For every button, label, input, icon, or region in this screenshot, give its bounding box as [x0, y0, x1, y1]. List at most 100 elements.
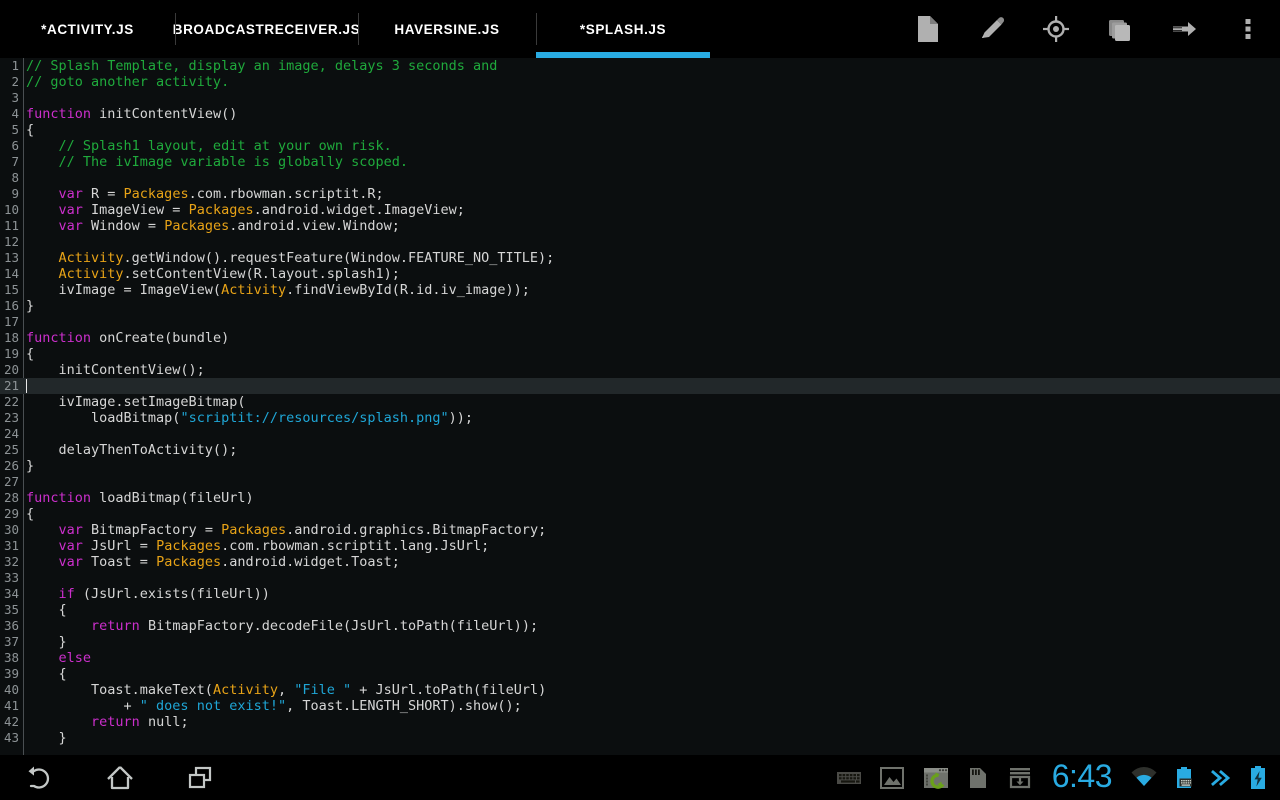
bluetooth-keyboard-battery-icon [1174, 766, 1194, 790]
download-status-button[interactable] [998, 755, 1042, 800]
code-line[interactable]: 29{ [0, 506, 1280, 522]
code-line[interactable]: 41 + " does not exist!", Toast.LENGTH_SH… [0, 698, 1280, 714]
tab-haversine-js[interactable]: HAVERSINE.JS [358, 0, 536, 58]
line-number: 14 [0, 266, 19, 282]
code-line[interactable]: 40 Toast.makeText(Activity, "File " + Js… [0, 682, 1280, 698]
line-text: initContentView(); [26, 362, 205, 378]
line-text: var R = Packages.com.rbowman.scriptit.R; [26, 186, 384, 202]
tab-separator [175, 13, 176, 45]
code-token: Toast = [83, 554, 156, 570]
wifi-status-icon-wrap[interactable] [1122, 755, 1166, 800]
code-line[interactable]: 3 [0, 90, 1280, 106]
code-token: ivImage = ImageView( [26, 282, 221, 298]
code-line[interactable]: 24 [0, 426, 1280, 442]
line-text: function onCreate(bundle) [26, 330, 229, 346]
line-number: 22 [0, 394, 19, 410]
code-line[interactable]: 33 [0, 570, 1280, 586]
code-line[interactable]: 34 if (JsUrl.exists(fileUrl)) [0, 586, 1280, 602]
line-text: ivImage = ImageView(Activity.findViewByI… [26, 282, 530, 298]
sync-status-button[interactable] [914, 755, 958, 800]
code-token: function [26, 106, 91, 122]
code-line[interactable]: 10 var ImageView = Packages.android.widg… [0, 202, 1280, 218]
code-line[interactable]: 6 // Splash1 layout, edit at your own ri… [0, 138, 1280, 154]
code-token: BitmapFactory = [83, 522, 221, 538]
code-line[interactable]: 15 ivImage = ImageView(Activity.findView… [0, 282, 1280, 298]
code-line[interactable]: 8 [0, 170, 1280, 186]
code-token: .android.view.Window; [229, 218, 400, 234]
run-button[interactable] [1152, 0, 1216, 58]
overflow-menu-button[interactable] [1216, 0, 1280, 58]
tab-broadcastreceiver-js[interactable]: BROADCASTRECEIVER.JS [175, 0, 358, 58]
line-number: 16 [0, 298, 19, 314]
code-line[interactable]: 14 Activity.setContentView(R.layout.spla… [0, 266, 1280, 282]
code-content[interactable]: 1// Splash Template, display an image, d… [0, 58, 1280, 746]
recent-apps-button[interactable] [160, 755, 240, 800]
line-number: 34 [0, 586, 19, 602]
code-line[interactable]: 26} [0, 458, 1280, 474]
edit-button[interactable] [960, 0, 1024, 58]
line-number: 33 [0, 570, 19, 586]
code-line[interactable]: 28function loadBitmap(fileUrl) [0, 490, 1280, 506]
code-token: // goto another activity. [26, 74, 229, 90]
code-line[interactable]: 21 [0, 378, 1280, 394]
line-number: 15 [0, 282, 19, 298]
line-number: 39 [0, 666, 19, 682]
more-chevrons-icon-wrap[interactable] [1202, 755, 1240, 800]
code-token: Packages [156, 538, 221, 554]
code-token: , [278, 682, 294, 698]
line-text: var Window = Packages.android.view.Windo… [26, 218, 400, 234]
code-line[interactable]: 5{ [0, 122, 1280, 138]
code-line[interactable]: 1// Splash Template, display an image, d… [0, 58, 1280, 74]
keyboard-status-button[interactable] [828, 755, 870, 800]
keyboard-battery-status-icon-wrap[interactable] [1166, 755, 1202, 800]
code-line[interactable]: 23 loadBitmap("scriptit://resources/spla… [0, 410, 1280, 426]
back-icon [23, 763, 57, 793]
image-status-button[interactable] [870, 755, 914, 800]
copy-button[interactable] [1088, 0, 1152, 58]
code-line[interactable]: 43 } [0, 730, 1280, 746]
tab-splash-js[interactable]: *SPLASH.JS [536, 0, 710, 58]
code-line[interactable]: 2// goto another activity. [0, 74, 1280, 90]
code-line[interactable]: 17 [0, 314, 1280, 330]
code-line[interactable]: 18function onCreate(bundle) [0, 330, 1280, 346]
text-cursor [26, 379, 27, 393]
code-line[interactable]: 27 [0, 474, 1280, 490]
code-line[interactable]: 39 { [0, 666, 1280, 682]
back-button[interactable] [0, 755, 80, 800]
code-token: var [59, 522, 83, 538]
code-token: Activity [59, 250, 124, 266]
code-line[interactable]: 30 var BitmapFactory = Packages.android.… [0, 522, 1280, 538]
code-token: if [59, 586, 75, 602]
code-editor-area[interactable]: 1// Splash Template, display an image, d… [0, 58, 1280, 755]
code-line[interactable]: 42 return null; [0, 714, 1280, 730]
code-line[interactable]: 20 initContentView(); [0, 362, 1280, 378]
code-token: // The ivImage variable is globally scop… [26, 154, 408, 170]
code-line[interactable]: 7 // The ivImage variable is globally sc… [0, 154, 1280, 170]
code-line[interactable]: 11 var Window = Packages.android.view.Wi… [0, 218, 1280, 234]
code-line[interactable]: 38 else [0, 650, 1280, 666]
code-token: R = [83, 186, 124, 202]
code-line[interactable]: 22 ivImage.setImageBitmap( [0, 394, 1280, 410]
code-line[interactable]: 19{ [0, 346, 1280, 362]
home-button[interactable] [80, 755, 160, 800]
tab-activity-js[interactable]: *ACTIVITY.JS [0, 0, 175, 58]
code-line[interactable]: 35 { [0, 602, 1280, 618]
code-line[interactable]: 25 delayThenToActivity(); [0, 442, 1280, 458]
code-line[interactable]: 31 var JsUrl = Packages.com.rbowman.scri… [0, 538, 1280, 554]
code-line[interactable]: 16} [0, 298, 1280, 314]
code-line[interactable]: 13 Activity.getWindow().requestFeature(W… [0, 250, 1280, 266]
code-line[interactable]: 12 [0, 234, 1280, 250]
line-text: return null; [26, 714, 189, 730]
code-line[interactable]: 4function initContentView() [0, 106, 1280, 122]
sdcard-status-button[interactable] [958, 755, 998, 800]
code-line[interactable]: 37 } [0, 634, 1280, 650]
code-line[interactable]: 9 var R = Packages.com.rbowman.scriptit.… [0, 186, 1280, 202]
code-line[interactable]: 36 return BitmapFactory.decodeFile(JsUrl… [0, 618, 1280, 634]
battery-status-icon-wrap[interactable] [1240, 755, 1276, 800]
code-token: function [26, 330, 91, 346]
code-line[interactable]: 32 var Toast = Packages.android.widget.T… [0, 554, 1280, 570]
goto-target-button[interactable] [1024, 0, 1088, 58]
code-token: delayThenToActivity(); [26, 442, 237, 458]
code-token: function [26, 490, 91, 506]
new-file-button[interactable] [896, 0, 960, 58]
